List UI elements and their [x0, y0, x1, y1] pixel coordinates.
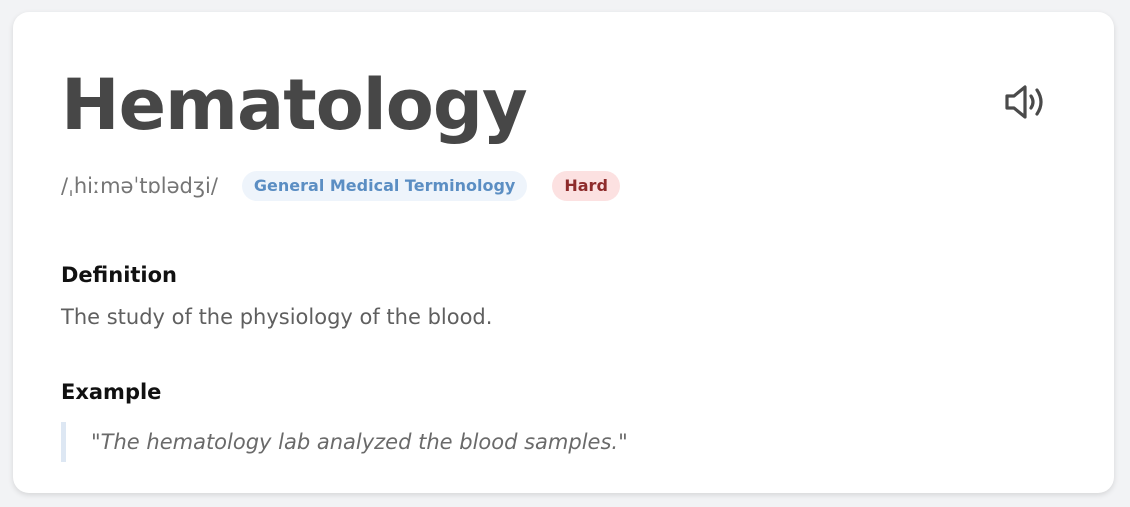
example-heading: Example [61, 380, 162, 404]
definition-heading: Definition [61, 263, 178, 287]
category-badge: General Medical Terminology [241, 171, 528, 201]
difficulty-badge: Hard [552, 171, 620, 201]
phonetic-transcription: /ˌhiːməˈtɒlədʒi/ [61, 174, 218, 198]
flashcard: Hematology /ˌhiːməˈtɒlədʒi/ General Medi… [13, 12, 1114, 493]
term-meta: /ˌhiːməˈtɒlədʒi/ General Medical Termino… [61, 170, 645, 202]
example-quote: "The hematology lab analyzed the blood s… [61, 422, 628, 462]
play-pronunciation-button[interactable] [995, 78, 1055, 126]
definition-text: The study of the physiology of the blood… [61, 305, 493, 329]
speaker-icon [1005, 85, 1043, 119]
example-text: "The hematology lab analyzed the blood s… [91, 430, 628, 454]
term-word: Hematology [61, 64, 528, 146]
